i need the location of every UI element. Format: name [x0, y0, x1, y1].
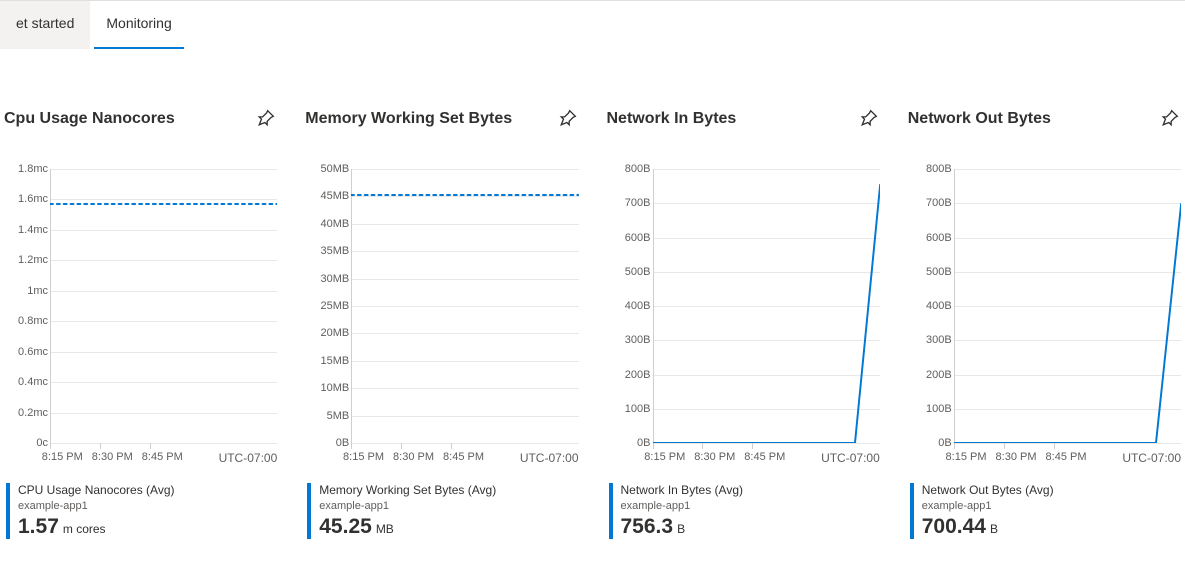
x-tick-label: 8:30 PM: [393, 451, 434, 463]
y-tick-label: 5MB: [327, 410, 350, 422]
timezone-label: UTC-07:00: [520, 451, 579, 465]
pin-icon[interactable]: [257, 109, 277, 129]
y-tick-label: 1.4mc: [18, 224, 48, 236]
legend-metric: Network In Bytes (Avg): [621, 483, 743, 499]
y-tick-label: 0B: [938, 437, 951, 449]
y-tick-label: 15MB: [321, 355, 350, 367]
x-tick-label: 8:15 PM: [946, 451, 987, 463]
y-tick-label: 700B: [926, 197, 952, 209]
x-tick-label: 8:45 PM: [744, 451, 785, 463]
y-tick-label: 45MB: [321, 190, 350, 202]
series-line: [954, 203, 1181, 443]
legend-unit: m cores: [63, 522, 106, 536]
y-tick-label: 600B: [625, 232, 651, 244]
legend-metric: CPU Usage Nanocores (Avg): [18, 483, 175, 499]
pin-icon[interactable]: [1161, 109, 1181, 129]
y-tick-label: 1.6mc: [18, 193, 48, 205]
y-tick-label: 0.8mc: [18, 315, 48, 327]
y-tick-label: 1mc: [27, 285, 48, 297]
timezone-label: UTC-07:00: [219, 451, 278, 465]
y-tick-label: 200B: [625, 369, 651, 381]
y-tick-label: 0.4mc: [18, 376, 48, 388]
y-tick-label: 0B: [336, 437, 349, 449]
y-tick-label: 30MB: [321, 273, 350, 285]
y-tick-label: 10MB: [321, 382, 350, 394]
x-tick-label: 8:15 PM: [42, 451, 83, 463]
y-tick-label: 40MB: [321, 218, 350, 230]
x-tick-label: 8:30 PM: [996, 451, 1037, 463]
chart-net-in[interactable]: 8:15 PM8:30 PM8:45 PMUTC-07:00 800B700B6…: [607, 169, 880, 469]
legend-resource: example-app1: [922, 499, 1054, 513]
y-tick-label: 600B: [926, 232, 952, 244]
card-memory-working-set: Memory Working Set Bytes 8:15 PM 8:30 PM 8…: [305, 105, 578, 539]
x-tick-label: 8:15 PM: [644, 451, 685, 463]
card-title: Cpu Usage Nanocores: [4, 110, 175, 128]
metric-cards: Cpu Usage Nanocores 8:15 PM 8:30 PM 8:45 P…: [0, 49, 1185, 539]
tab-monitoring[interactable]: Monitoring: [90, 1, 187, 49]
card-network-out: Network Out Bytes 8:15 PM 8:30 PM 8:45 PM U…: [908, 105, 1181, 539]
y-tick-label: 300B: [625, 334, 651, 346]
tabs: et started Monitoring: [0, 1, 1185, 49]
legend-unit: B: [990, 522, 998, 536]
y-tick-label: 200B: [926, 369, 952, 381]
x-tick-label: 8:15 PM: [343, 451, 384, 463]
y-tick-label: 1.8mc: [18, 163, 48, 175]
y-tick-label: 100B: [926, 403, 952, 415]
y-tick-label: 0.6mc: [18, 346, 48, 358]
legend-resource: example-app1: [18, 499, 175, 513]
y-tick-label: 800B: [926, 163, 952, 175]
legend: Memory Working Set Bytes (Avg) example-a…: [305, 483, 578, 539]
y-tick-label: 35MB: [321, 245, 350, 257]
y-tick-label: 1.2mc: [18, 254, 48, 266]
legend-value: 1.57: [18, 515, 59, 539]
card-title: Network Out Bytes: [908, 110, 1051, 128]
legend-metric: Memory Working Set Bytes (Avg): [319, 483, 496, 499]
legend: Network In Bytes (Avg) example-app1 756.…: [607, 483, 880, 539]
chart-memory[interactable]: 8:15 PM8:30 PM8:45 PMUTC-07:00 50MB45MB4…: [305, 169, 578, 469]
legend-unit: B: [677, 522, 685, 536]
legend: Network Out Bytes (Avg) example-app1 700…: [908, 483, 1181, 539]
y-tick-label: 25MB: [321, 300, 350, 312]
card-title: Memory Working Set Bytes: [305, 110, 512, 128]
x-tick-label: 8:30 PM: [694, 451, 735, 463]
y-tick-label: 50MB: [321, 163, 350, 175]
y-tick-label: 0B: [637, 437, 650, 449]
card-cpu-usage: Cpu Usage Nanocores 8:15 PM 8:30 PM 8:45 P…: [4, 105, 277, 539]
y-tick-label: 500B: [926, 266, 952, 278]
y-tick-label: 400B: [926, 300, 952, 312]
x-tick-label: 8:30 PM: [92, 451, 133, 463]
y-tick-label: 700B: [625, 197, 651, 209]
timezone-label: UTC-07:00: [1122, 451, 1181, 465]
pin-icon[interactable]: [559, 109, 579, 129]
y-tick-label: 0c: [36, 437, 48, 449]
pin-icon[interactable]: [860, 109, 880, 129]
card-network-in: Network In Bytes 8:15 PM 8:30 PM 8:45 PM UT…: [607, 105, 880, 539]
legend-metric: Network Out Bytes (Avg): [922, 483, 1054, 499]
legend: CPU Usage Nanocores (Avg) example-app1 1…: [4, 483, 277, 539]
series-line: [653, 184, 880, 443]
legend-value: 45.25: [319, 515, 372, 539]
legend-resource: example-app1: [621, 499, 743, 513]
chart-cpu[interactable]: 8:15 PM8:30 PM8:45 PMUTC-07:00 1.8mc1.6m…: [4, 169, 277, 469]
y-tick-label: 800B: [625, 163, 651, 175]
legend-value: 700.44: [922, 515, 986, 539]
tab-get-started[interactable]: et started: [0, 1, 90, 49]
x-tick-label: 8:45 PM: [443, 451, 484, 463]
card-title: Network In Bytes: [607, 110, 737, 128]
y-tick-label: 100B: [625, 403, 651, 415]
y-tick-label: 300B: [926, 334, 952, 346]
legend-unit: MB: [376, 522, 394, 536]
chart-net-out[interactable]: 8:15 PM8:30 PM8:45 PMUTC-07:00 800B700B6…: [908, 169, 1181, 469]
y-tick-label: 0.2mc: [18, 407, 48, 419]
x-tick-label: 8:45 PM: [1046, 451, 1087, 463]
y-tick-label: 400B: [625, 300, 651, 312]
timezone-label: UTC-07:00: [821, 451, 880, 465]
legend-value: 756.3: [621, 515, 674, 539]
y-tick-label: 500B: [625, 266, 651, 278]
legend-resource: example-app1: [319, 499, 496, 513]
y-tick-label: 20MB: [321, 327, 350, 339]
x-tick-label: 8:45 PM: [142, 451, 183, 463]
